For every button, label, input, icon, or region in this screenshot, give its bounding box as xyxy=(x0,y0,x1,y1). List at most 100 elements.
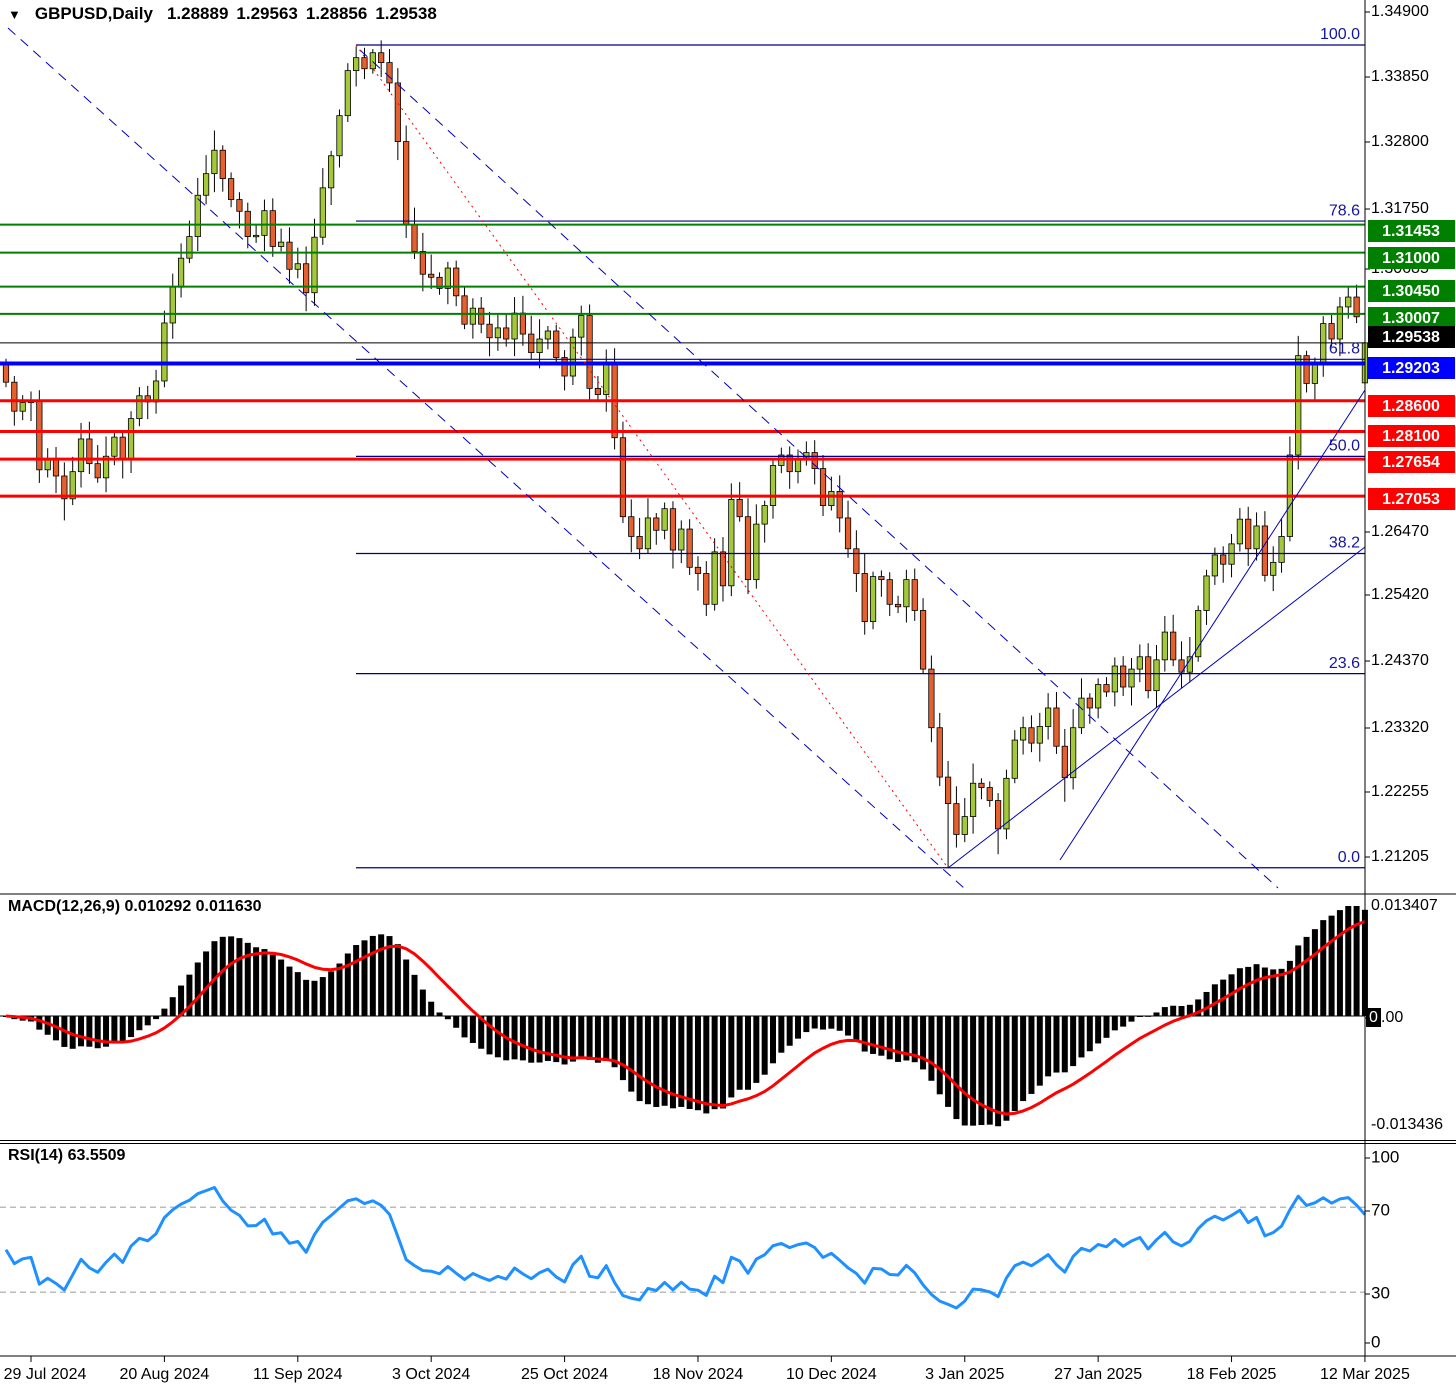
macd-histogram-bar xyxy=(803,1016,809,1032)
candle-body xyxy=(670,509,675,550)
mt4-chart-window: ▼ GBPUSD,Daily 1.28889 1.29563 1.28856 1… xyxy=(0,0,1456,1392)
candle-body xyxy=(1237,519,1242,544)
candle-body xyxy=(904,580,909,607)
candle-body xyxy=(1012,740,1017,778)
descending-channel-lower xyxy=(360,50,1278,888)
candle-body xyxy=(512,313,517,339)
macd-histogram-bar xyxy=(595,1016,601,1063)
candle-body xyxy=(545,331,550,339)
macd-histogram-bar xyxy=(261,949,267,1016)
price-axis-label: 1.26470 xyxy=(1371,523,1429,540)
candle-body xyxy=(153,381,158,402)
candle-body xyxy=(662,509,667,531)
candle-body xyxy=(3,364,8,383)
macd-histogram-bar xyxy=(953,1016,959,1119)
price-axis-label: 1.32800 xyxy=(1371,133,1429,150)
candle-body xyxy=(1112,666,1117,692)
candle-body xyxy=(579,316,584,338)
macd-histogram-bar xyxy=(1012,1016,1018,1111)
candle-body xyxy=(695,567,700,573)
macd-histogram-bar xyxy=(412,975,418,1016)
rsi-axis-label: 70 xyxy=(1371,1200,1390,1219)
candle-body xyxy=(187,237,192,259)
price-box-label: 1.30450 xyxy=(1382,283,1440,300)
symbol-dropdown-icon[interactable]: ▼ xyxy=(8,7,21,22)
candle-body xyxy=(787,455,792,472)
candle-body xyxy=(745,517,750,580)
macd-histogram-bar xyxy=(653,1016,659,1107)
macd-histogram-bar xyxy=(720,1016,726,1108)
macd-histogram-bar xyxy=(695,1016,701,1110)
macd-histogram-bar xyxy=(1028,1016,1034,1094)
macd-histogram-bar xyxy=(1262,968,1268,1016)
date-axis-label: 10 Dec 2024 xyxy=(786,1366,877,1383)
candle-body xyxy=(504,328,509,339)
candle-body xyxy=(1162,632,1167,660)
macd-histogram-bar xyxy=(1179,1006,1185,1016)
candle-body xyxy=(845,518,850,549)
candle-body xyxy=(270,211,275,247)
date-axis-label: 12 Mar 2025 xyxy=(1320,1366,1410,1383)
price-axis-label: 1.34900 xyxy=(1371,3,1429,20)
candle-body xyxy=(929,669,934,728)
candle-body xyxy=(1279,536,1284,562)
macd-histogram-bar xyxy=(220,937,226,1016)
price-box-label: 1.31453 xyxy=(1382,223,1440,240)
candle-body xyxy=(645,518,650,549)
candle-body xyxy=(887,580,892,605)
chart-canvas[interactable]: 100.078.661.850.038.223.60.01.349001.338… xyxy=(0,0,1456,1392)
price-box-label: 1.29203 xyxy=(1382,360,1440,377)
candle-body xyxy=(12,382,17,411)
price-box-label: 1.28600 xyxy=(1382,398,1440,415)
macd-histogram-bar xyxy=(520,1016,526,1060)
candle-body xyxy=(829,491,834,505)
macd-histogram-bar xyxy=(745,1016,751,1090)
macd-histogram-bar xyxy=(36,1016,42,1030)
macd-histogram-bar xyxy=(878,1016,884,1056)
candle-body xyxy=(1054,708,1059,746)
macd-histogram-bar xyxy=(1128,1016,1134,1022)
candle-body xyxy=(1137,657,1142,669)
price-axis-label: 1.22255 xyxy=(1371,783,1429,800)
price-axis-label: 1.23320 xyxy=(1371,719,1429,736)
candle-body xyxy=(203,174,208,196)
price-axis-label: 1.31750 xyxy=(1371,200,1429,217)
macd-histogram-bar xyxy=(1070,1016,1076,1066)
fib-level-label: 23.6 xyxy=(1329,655,1360,672)
candle-body xyxy=(1212,555,1217,576)
macd-histogram-bar xyxy=(1304,937,1310,1016)
candle-body xyxy=(954,804,959,835)
macd-histogram-bar xyxy=(1245,967,1251,1016)
macd-histogram-bar xyxy=(578,1016,584,1056)
macd-histogram-bar xyxy=(128,1016,134,1037)
macd-histogram-bar xyxy=(378,934,384,1016)
candle-body xyxy=(220,150,225,178)
macd-histogram-bar xyxy=(920,1016,926,1069)
macd-histogram-bar xyxy=(1312,929,1318,1016)
macd-histogram-bar xyxy=(570,1016,576,1062)
macd-histogram-bar xyxy=(728,1016,734,1097)
candle-body xyxy=(795,459,800,471)
candle-body xyxy=(128,419,133,460)
candle-body xyxy=(987,788,992,801)
macd-histogram-bar xyxy=(453,1016,459,1028)
candle-body xyxy=(362,58,367,69)
macd-histogram-bar xyxy=(470,1016,476,1043)
macd-histogram-bar xyxy=(1037,1016,1043,1086)
price-axis-label: 1.25420 xyxy=(1371,586,1429,603)
candle-body xyxy=(1221,555,1226,564)
candle-body xyxy=(1262,526,1267,575)
date-axis-label: 18 Nov 2024 xyxy=(653,1366,744,1383)
fib-level-label: 78.6 xyxy=(1329,202,1360,219)
macd-histogram-bar xyxy=(120,1016,126,1042)
macd-histogram-bar xyxy=(703,1016,709,1113)
candle-body xyxy=(170,287,175,323)
macd-histogram-bar xyxy=(1003,1016,1009,1121)
macd-histogram-bar xyxy=(487,1016,493,1054)
date-axis-label: 3 Oct 2024 xyxy=(392,1366,470,1383)
macd-histogram-bar xyxy=(687,1016,693,1109)
candle-body xyxy=(1079,698,1084,728)
price-box-label: 1.28100 xyxy=(1382,428,1440,445)
macd-histogram-bar xyxy=(462,1016,468,1037)
macd-histogram-bar xyxy=(286,967,292,1016)
